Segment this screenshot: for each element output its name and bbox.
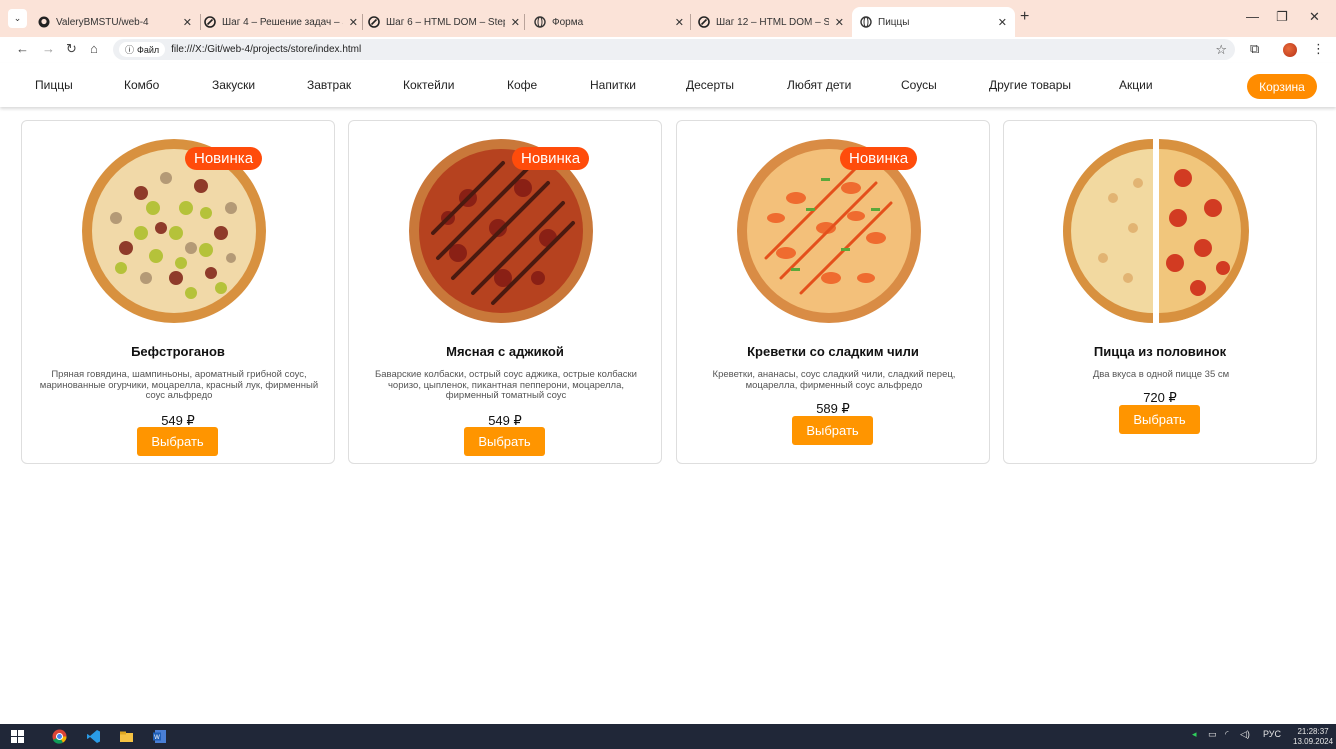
product-name: Пицца из половинок <box>1093 344 1227 359</box>
tab-title: Шаг 12 – HTML DOM – Stepik <box>716 16 829 28</box>
tab-search-button[interactable]: ⌄ <box>8 9 27 28</box>
product-card: Новинка Бефстроганов Пряная говядина, ша… <box>21 120 335 464</box>
vscode-icon[interactable] <box>86 729 101 744</box>
product-price: 589 ₽ <box>816 401 850 416</box>
new-badge: Новинка <box>185 147 263 170</box>
url-text: file:///X:/Git/web-4/projects/store/inde… <box>171 44 362 55</box>
bookmark-star-icon[interactable]: ☆ <box>1215 42 1227 58</box>
nav-item-drinks[interactable]: Напитки <box>590 78 636 92</box>
product-description: Креветки, ананасы, соус сладкий чили, сл… <box>712 369 956 391</box>
product-name: Бефстроганов <box>131 344 225 359</box>
github-icon <box>38 16 50 28</box>
product-description: Пряная говядина, шампиньоны, ароматный г… <box>39 369 319 401</box>
close-icon[interactable]: ✕ <box>183 16 192 29</box>
nav-item-sauces[interactable]: Соусы <box>901 78 937 92</box>
choose-button[interactable]: Выбрать <box>1119 405 1200 434</box>
tab-title: ValeryBMSTU/web-4 <box>56 16 149 28</box>
product-card: Новинка Креветки со сладким чили Креветк… <box>676 120 990 464</box>
close-icon[interactable]: ✕ <box>835 16 844 29</box>
product-card: Пицца из половинок Два вкуса в одной пиц… <box>1003 120 1317 464</box>
new-badge: Новинка <box>512 147 590 170</box>
reload-icon[interactable]: ↻ <box>66 41 77 57</box>
browser-tab-1[interactable]: ValeryBMSTU/web-4 ✕ <box>30 7 200 37</box>
minimize-button[interactable]: — <box>1246 9 1259 24</box>
tab-title: Шаг 4 – Решение задач – Stepik <box>222 16 343 28</box>
chevron-down-icon: ⌄ <box>13 13 22 23</box>
stepik-icon <box>204 16 216 28</box>
windows-taskbar: W ◂ ▭ ◜ ◁) РУС 21:28:37 13.09.2024 <box>0 724 1336 749</box>
close-icon[interactable]: ✕ <box>998 16 1007 29</box>
nav-item-snacks[interactable]: Закуски <box>212 78 255 92</box>
browser-tab-3[interactable]: Шаг 6 – HTML DOM – Stepik ✕ <box>360 7 528 37</box>
choose-button[interactable]: Выбрать <box>464 427 545 456</box>
product-name: Мясная с аджикой <box>446 344 564 359</box>
cart-button[interactable]: Корзина <box>1247 74 1317 99</box>
chrome-icon[interactable] <box>52 729 67 744</box>
product-card: Новинка Мясная с аджикой Баварские колба… <box>348 120 662 464</box>
back-arrow-icon[interactable]: ← <box>16 41 29 56</box>
product-name: Креветки со сладким чили <box>747 344 919 359</box>
site-navigation: Пиццы Комбо Закуски Завтрак Коктейли Коф… <box>0 63 1336 107</box>
product-description: Баварские колбаски, острый соус аджика, … <box>375 369 637 401</box>
pizza-image <box>1063 139 1249 323</box>
clock-date: 13.09.2024 <box>1293 737 1334 746</box>
close-icon[interactable]: ✕ <box>511 16 520 29</box>
svg-text:W: W <box>154 735 160 741</box>
nav-item-coffee[interactable]: Кофе <box>507 78 537 92</box>
home-icon[interactable]: ⌂ <box>90 41 98 56</box>
forward-arrow-icon[interactable]: → <box>42 41 55 56</box>
stepik-icon <box>698 16 710 28</box>
product-description: Два вкуса в одной пицце 35 см <box>1092 369 1230 380</box>
nav-item-pizzas[interactable]: Пиццы <box>35 78 73 92</box>
tab-title: Пиццы <box>878 16 910 28</box>
nav-item-cocktails[interactable]: Коктейли <box>403 78 455 92</box>
stepik-icon <box>368 16 380 28</box>
site-chip-label: Файл <box>137 44 160 55</box>
nav-item-promo[interactable]: Акции <box>1119 78 1153 92</box>
globe-icon <box>534 16 546 28</box>
choose-button[interactable]: Выбрать <box>137 427 218 456</box>
network-icon[interactable]: ◂ <box>1192 729 1197 740</box>
choose-button[interactable]: Выбрать <box>792 416 873 445</box>
site-info-chip[interactable]: ⓘ Файл <box>119 42 166 57</box>
nav-item-breakfast[interactable]: Завтрак <box>307 78 351 92</box>
extensions-icon[interactable]: ⧉ <box>1250 41 1259 57</box>
nav-item-kids[interactable]: Любят дети <box>787 78 851 92</box>
input-language[interactable]: РУС <box>1263 729 1281 739</box>
battery-icon[interactable]: ▭ <box>1208 729 1217 740</box>
browser-tab-active[interactable]: Пиццы ✕ <box>852 7 1015 37</box>
close-window-button[interactable]: ✕ <box>1309 9 1320 25</box>
nav-item-combo[interactable]: Комбо <box>124 78 159 92</box>
tab-title: Форма <box>552 16 584 28</box>
product-price: 720 ₽ <box>1143 390 1177 405</box>
word-icon[interactable]: W <box>152 729 167 744</box>
clock-time: 21:28:37 <box>1297 727 1329 736</box>
tab-title: Шаг 6 – HTML DOM – Stepik <box>386 16 505 28</box>
nav-item-other[interactable]: Другие товары <box>989 78 1071 92</box>
more-menu-icon[interactable]: ⋮ <box>1312 41 1325 57</box>
close-icon[interactable]: ✕ <box>675 16 684 29</box>
folder-icon[interactable] <box>119 729 134 744</box>
browser-tab-2[interactable]: Шаг 4 – Решение задач – Stepik ✕ <box>196 7 366 37</box>
info-icon: ⓘ <box>125 45 135 55</box>
new-tab-button[interactable]: + <box>1020 8 1029 26</box>
nav-item-desserts[interactable]: Десерты <box>686 78 734 92</box>
restore-button[interactable]: ❐ <box>1276 9 1288 25</box>
address-bar[interactable]: ⓘ Файл file:///X:/Git/web-4/projects/sto… <box>113 39 1235 60</box>
browser-tab-5[interactable]: Шаг 12 – HTML DOM – Stepik ✕ <box>690 7 852 37</box>
volume-icon[interactable]: ◁) <box>1240 729 1250 740</box>
tab-divider <box>524 14 525 30</box>
browser-toolbar: ← → ↻ ⌂ ⓘ Файл file:///X:/Git/web-4/proj… <box>0 37 1336 63</box>
wifi-icon[interactable]: ◜ <box>1225 729 1229 740</box>
windows-start-icon[interactable] <box>10 729 25 744</box>
browser-tab-4[interactable]: Форма ✕ <box>526 7 692 37</box>
profile-avatar[interactable] <box>1283 43 1297 57</box>
close-icon[interactable]: ✕ <box>349 16 358 29</box>
browser-tabstrip: ⌄ ValeryBMSTU/web-4 ✕ Шаг 4 – Решение за… <box>0 0 1336 37</box>
taskbar-clock[interactable]: 21:28:37 13.09.2024 <box>1293 727 1333 747</box>
new-badge: Новинка <box>840 147 918 170</box>
globe-icon <box>860 16 872 28</box>
